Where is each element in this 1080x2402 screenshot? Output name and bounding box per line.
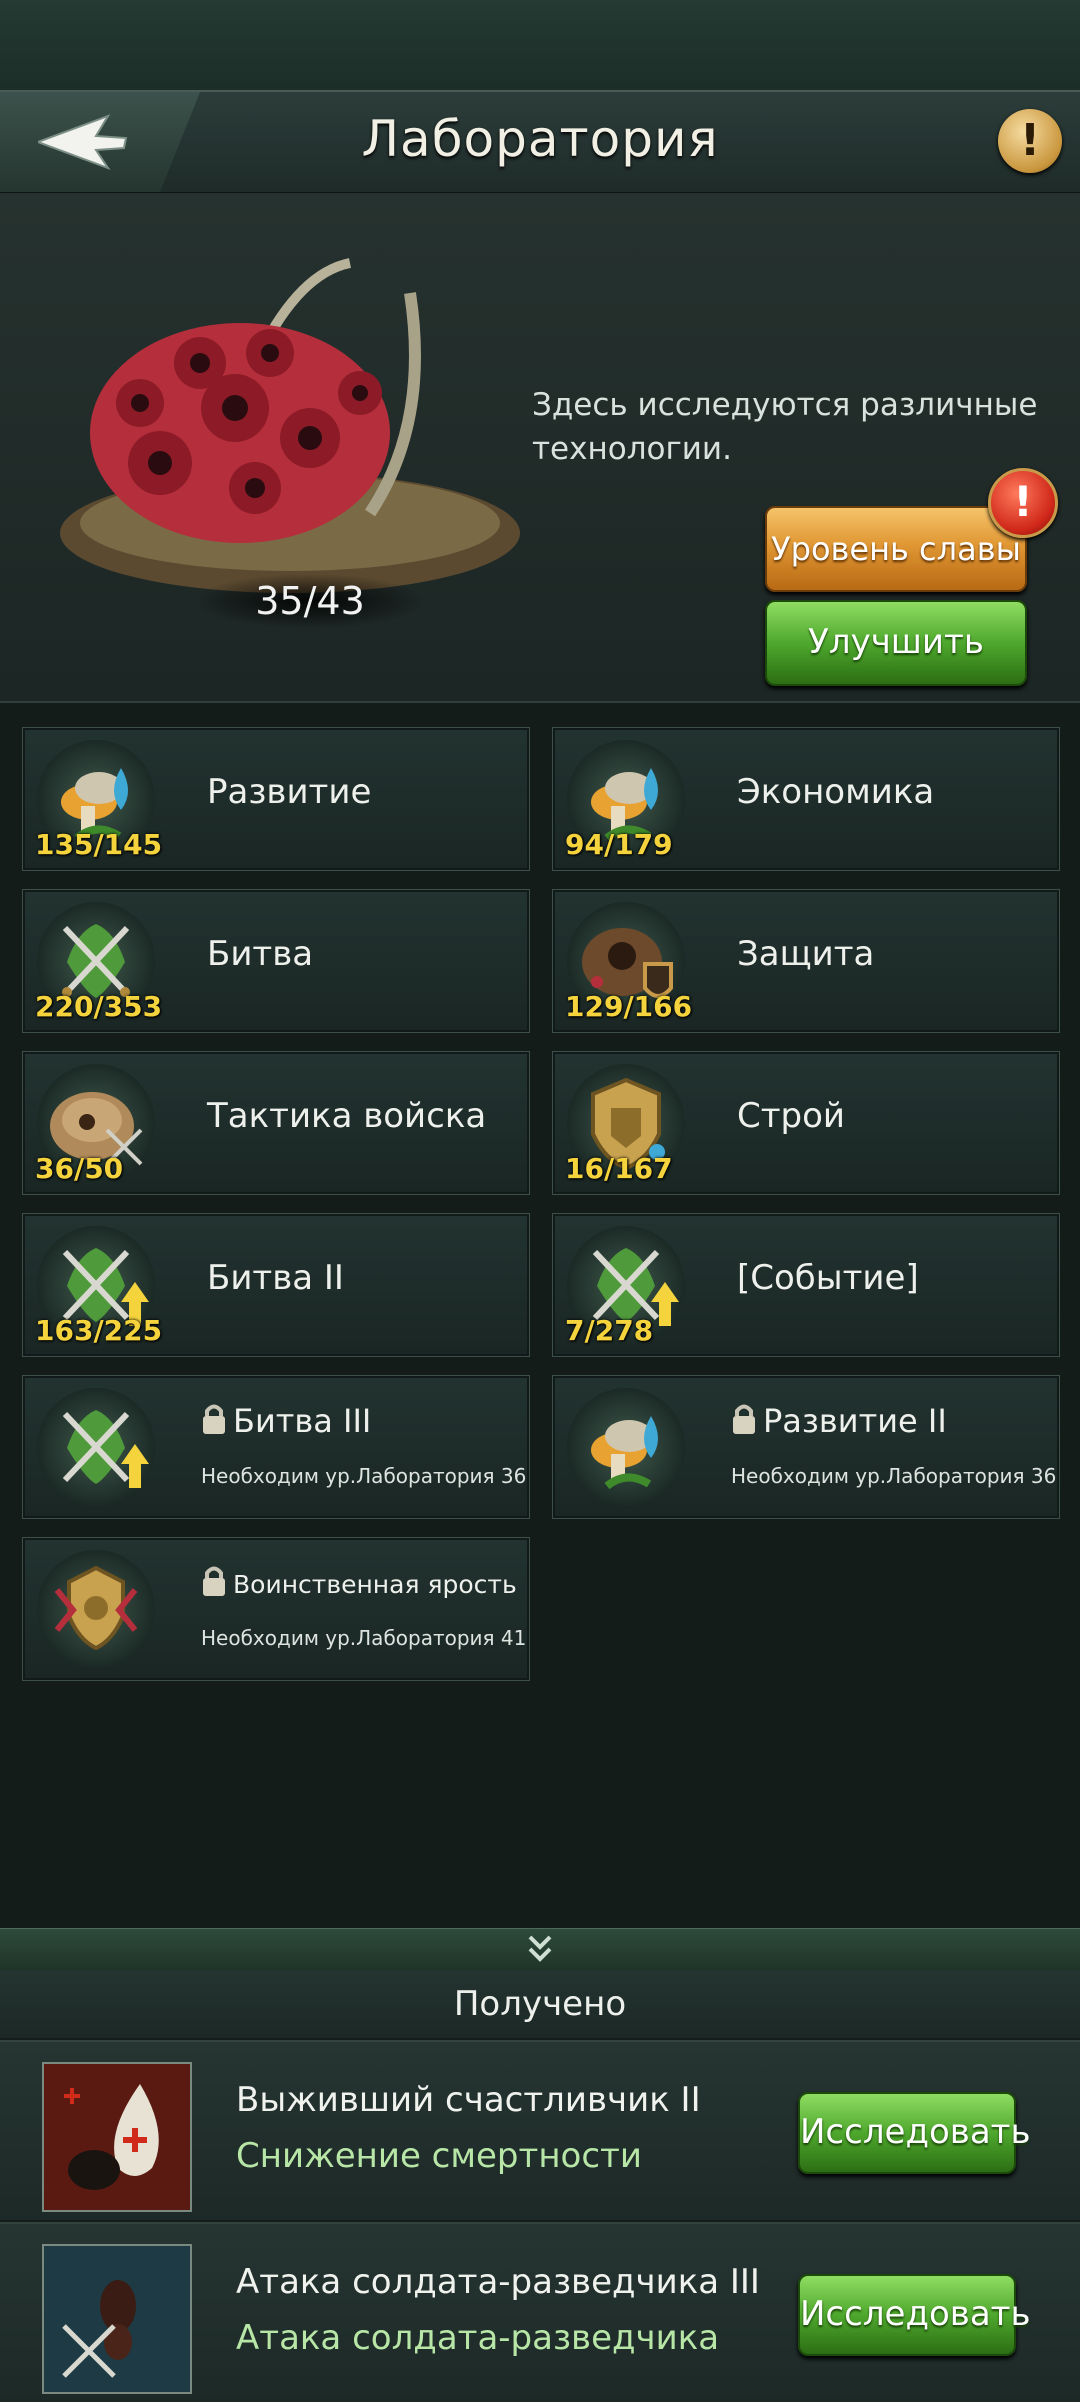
category-count: 129/166 <box>565 990 693 1023</box>
category-label: Развитие <box>207 772 372 812</box>
lock-icon <box>733 1404 755 1434</box>
category-count: 7/278 <box>565 1314 654 1347</box>
category-troop-tactics[interactable]: Тактика войска 36/50 <box>22 1051 530 1195</box>
category-label: [Событие] <box>737 1258 919 1298</box>
category-label: Битва <box>207 934 314 974</box>
category-requirement: Необходим ур.Лаборатория 36 <box>201 1464 527 1488</box>
glory-level-label: Уровень славы <box>771 530 1021 568</box>
laboratory-progress: 35/43 <box>200 575 420 627</box>
chevron-down-icon <box>528 1935 552 1962</box>
category-count: 220/353 <box>35 990 163 1023</box>
received-item-name: Выживший счастливчик II <box>236 2080 701 2120</box>
mushroom-water-icon <box>567 1388 685 1506</box>
category-development-2[interactable]: Развитие II Необходим ур.Лаборатория 36 <box>552 1375 1060 1519</box>
received-section-title: Получено <box>0 1970 1080 2038</box>
category-event[interactable]: [Событие] 7/278 <box>552 1213 1060 1357</box>
rage-crest-icon <box>37 1550 155 1668</box>
collapse-handle[interactable] <box>0 1928 1080 1971</box>
category-development[interactable]: Развитие 135/145 <box>22 727 530 871</box>
category-defense[interactable]: Защита 129/166 <box>552 889 1060 1033</box>
scout-ant-swords-icon <box>42 2244 192 2394</box>
category-requirement: Необходим ур.Лаборатория 36 <box>731 1464 1057 1488</box>
header-bar: Лаборатория ! <box>0 90 1080 195</box>
category-war-rage[interactable]: Воинственная ярость Необходим ур.Лаборат… <box>22 1537 530 1681</box>
category-label: Развитие II <box>763 1402 947 1440</box>
category-label: Защита <box>737 934 875 974</box>
category-label: Тактика войска <box>207 1096 487 1136</box>
category-battle[interactable]: Битва 220/353 <box>22 889 530 1033</box>
category-formation[interactable]: Строй 16/167 <box>552 1051 1060 1195</box>
upgrade-button[interactable]: Улучшить <box>765 600 1027 686</box>
alert-icon: ! <box>988 468 1058 538</box>
swords-arrow-up-icon <box>37 1388 155 1506</box>
category-economy[interactable]: Экономика 94/179 <box>552 727 1060 871</box>
received-item-name: Атака солдата-разведчика III <box>236 2262 760 2302</box>
page-title: Лаборатория <box>361 110 719 168</box>
laboratory-building-icon <box>60 258 520 593</box>
received-item: Выживший счастливчик II Снижение смертно… <box>0 2040 1080 2220</box>
category-count: 163/225 <box>35 1314 163 1347</box>
research-button[interactable]: Исследовать <box>798 2092 1031 2174</box>
category-count: 36/50 <box>35 1152 124 1185</box>
category-label: Воинственная ярость <box>233 1570 517 1599</box>
received-item-subtitle: Снижение смертности <box>236 2136 642 2176</box>
laboratory-description: Здесь исследуются различные технологии. <box>532 387 1038 467</box>
research-button[interactable]: Исследовать <box>798 2274 1031 2356</box>
lock-icon <box>203 1404 225 1434</box>
category-label: Битва II <box>207 1258 344 1298</box>
info-icon[interactable]: ! <box>998 109 1062 173</box>
category-battle-2[interactable]: Битва II 163/225 <box>22 1213 530 1357</box>
beetle-blood-drop-icon <box>42 2062 192 2212</box>
category-count: 135/145 <box>35 828 163 861</box>
category-label: Экономика <box>737 772 935 812</box>
glory-level-button[interactable]: Уровень славы <box>765 506 1027 592</box>
status-area <box>0 0 1080 90</box>
received-item: Атака солдата-разведчика III Атака солда… <box>0 2222 1080 2402</box>
lock-icon <box>203 1566 225 1596</box>
category-label: Строй <box>737 1096 846 1136</box>
category-count: 94/179 <box>565 828 673 861</box>
category-requirement: Необходим ур.Лаборатория 41 <box>201 1626 527 1650</box>
category-battle-3[interactable]: Битва III Необходим ур.Лаборатория 36 <box>22 1375 530 1519</box>
received-item-subtitle: Атака солдата-разведчика <box>236 2318 720 2358</box>
category-label: Битва III <box>233 1402 372 1440</box>
category-count: 16/167 <box>565 1152 673 1185</box>
